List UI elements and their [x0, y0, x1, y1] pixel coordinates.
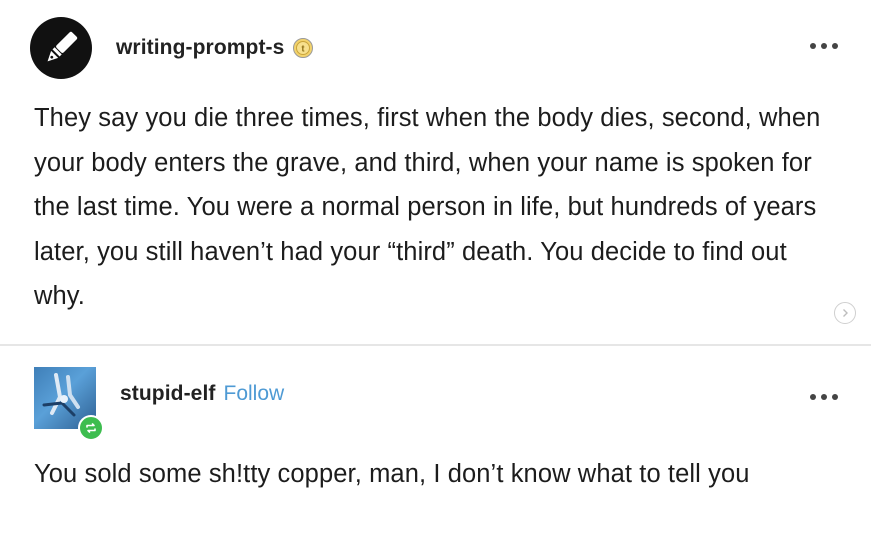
post-header: writing-prompt-s t — [30, 17, 314, 79]
prompt-post: writing-prompt-s t They say you die thre… — [0, 0, 871, 345]
dot-icon — [832, 43, 838, 49]
dot-icon — [821, 43, 827, 49]
stupid-elf-avatar[interactable] — [34, 367, 104, 441]
dot-icon — [810, 394, 816, 400]
post-username[interactable]: stupid-elf — [120, 382, 216, 406]
coin-badge-icon: t — [292, 37, 314, 59]
post-username[interactable]: writing-prompt-s — [116, 36, 284, 60]
post-header: stupid-elf Follow — [34, 364, 285, 441]
svg-text:t: t — [302, 44, 305, 54]
dot-icon — [821, 394, 827, 400]
post-body-text: They say you die three times, first when… — [34, 104, 821, 310]
reblog-icon — [78, 415, 104, 441]
dot-icon — [832, 394, 838, 400]
more-options-button[interactable] — [810, 394, 838, 400]
next-arrow-button[interactable] — [834, 302, 856, 324]
follow-button[interactable]: Follow — [224, 382, 285, 406]
chevron-right-icon — [843, 309, 848, 317]
pen-nib-icon — [47, 31, 78, 62]
dot-icon — [810, 43, 816, 49]
writing-prompt-avatar[interactable] — [30, 17, 92, 79]
post-body-text: You sold some sh!tty copper, man, I don’… — [34, 460, 750, 488]
more-options-button[interactable] — [810, 43, 838, 49]
reply-post: stupid-elf Follow You sold some sh!tty c… — [0, 346, 871, 540]
